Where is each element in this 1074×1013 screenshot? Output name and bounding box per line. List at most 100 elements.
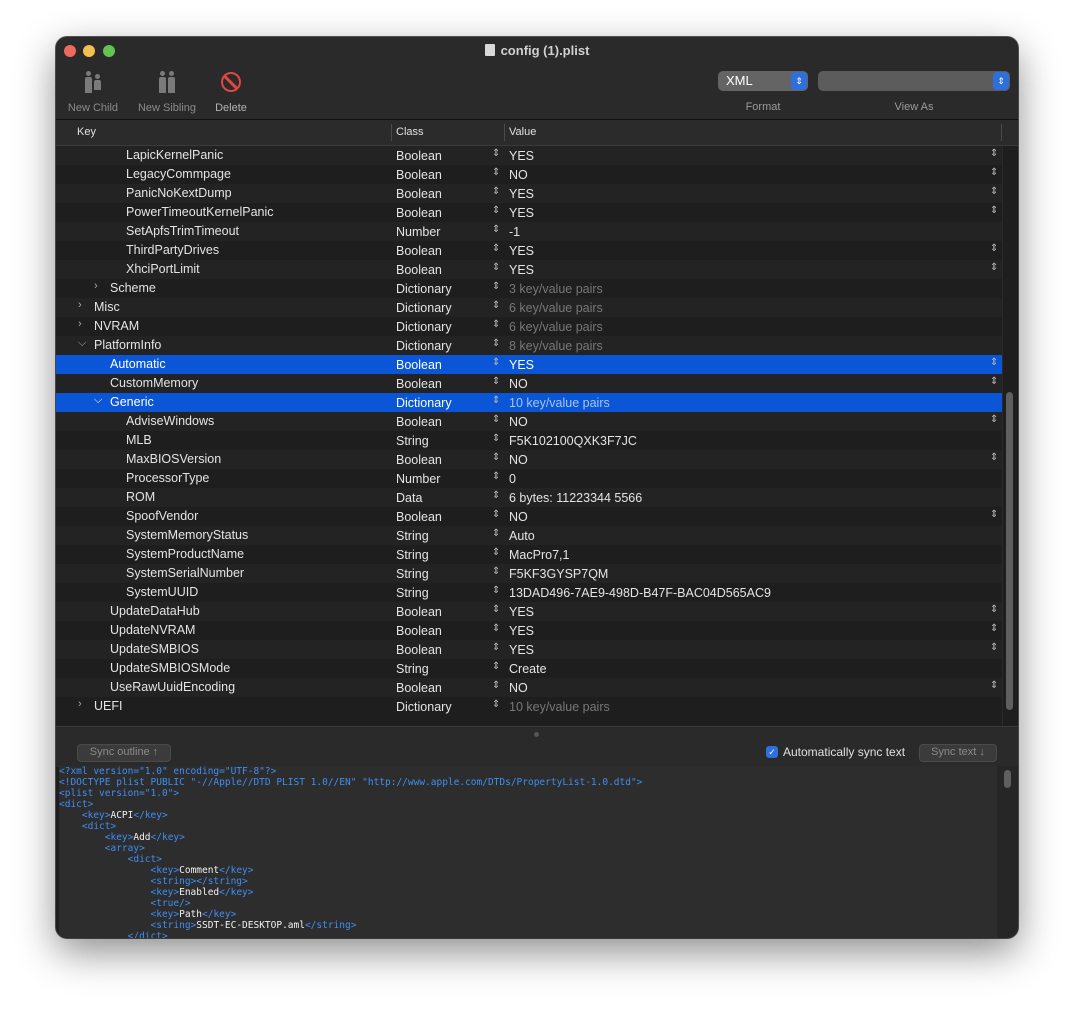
row-key[interactable]: SetApfsTrimTimeout <box>126 224 239 238</box>
column-value-header[interactable]: Value <box>509 126 536 138</box>
new-child-button[interactable]: New Child <box>64 67 122 114</box>
auto-sync-checkbox[interactable]: ✓ <box>766 746 778 758</box>
row-class[interactable]: String <box>396 662 429 676</box>
outline-row[interactable]: › UEFI Dictionary ⇕ 10 key/value pairs <box>56 697 1002 716</box>
row-value[interactable]: 13DAD496-7AE9-498D-B47F-BAC04D565AC9 <box>509 586 771 600</box>
outline-row[interactable]: SystemUUID String ⇕ 13DAD496-7AE9-498D-B47F… <box>56 583 1002 602</box>
class-stepper-icon[interactable]: ⇕ <box>492 661 500 672</box>
class-stepper-icon[interactable]: ⇕ <box>492 471 500 482</box>
row-value[interactable]: YES <box>509 643 534 657</box>
new-sibling-button[interactable]: New Sibling <box>134 67 200 114</box>
row-class[interactable]: Boolean <box>396 244 442 258</box>
class-stepper-icon[interactable]: ⇕ <box>492 528 500 539</box>
class-stepper-icon[interactable]: ⇕ <box>492 509 500 520</box>
outline-row[interactable]: AdviseWindows Boolean ⇕ NO ⇕ <box>56 412 1002 431</box>
row-key[interactable]: UpdateSMBIOSMode <box>110 661 230 675</box>
row-class[interactable]: Boolean <box>396 643 442 657</box>
row-class[interactable]: Dictionary <box>396 396 452 410</box>
outline-row[interactable]: ROM Data ⇕ 6 bytes: 11223344 5566 <box>56 488 1002 507</box>
row-class[interactable]: Dictionary <box>396 320 452 334</box>
class-stepper-icon[interactable]: ⇕ <box>492 167 500 178</box>
outline-row[interactable]: PanicNoKextDump Boolean ⇕ YES ⇕ <box>56 184 1002 203</box>
row-key[interactable]: SystemProductName <box>126 547 244 561</box>
outline-row[interactable]: LapicKernelPanic Boolean ⇕ YES ⇕ <box>56 146 1002 165</box>
row-class[interactable]: Dictionary <box>396 700 452 714</box>
row-class[interactable]: Dictionary <box>396 339 452 353</box>
class-stepper-icon[interactable]: ⇕ <box>492 148 500 159</box>
row-key[interactable]: SystemMemoryStatus <box>126 528 248 542</box>
disclosure-closed-icon[interactable]: › <box>78 318 82 330</box>
row-class[interactable]: Data <box>396 491 422 505</box>
row-value[interactable]: MacPro7,1 <box>509 548 569 562</box>
class-stepper-icon[interactable]: ⇕ <box>492 281 500 292</box>
column-key-header[interactable]: Key <box>77 126 96 138</box>
sync-outline-button[interactable]: Sync outline ↑ <box>77 744 171 762</box>
row-value[interactable]: YES <box>509 206 534 220</box>
row-value[interactable]: YES <box>509 244 534 258</box>
row-key[interactable]: ThirdPartyDrives <box>126 243 219 257</box>
disclosure-open-icon[interactable]: ⌵ <box>78 337 86 350</box>
row-value[interactable]: 0 <box>509 472 516 486</box>
class-stepper-icon[interactable]: ⇕ <box>492 414 500 425</box>
row-key[interactable]: UEFI <box>94 699 122 713</box>
row-key[interactable]: UpdateNVRAM <box>110 623 195 637</box>
row-value[interactable]: NO <box>509 415 528 429</box>
outline-row[interactable]: SystemMemoryStatus String ⇕ Auto <box>56 526 1002 545</box>
row-key[interactable]: UpdateDataHub <box>110 604 200 618</box>
outline-row[interactable]: ProcessorType Number ⇕ 0 <box>56 469 1002 488</box>
class-stepper-icon[interactable]: ⇕ <box>492 357 500 368</box>
row-class[interactable]: Number <box>396 225 440 239</box>
disclosure-open-icon[interactable]: ⌵ <box>94 394 102 407</box>
row-key[interactable]: AdviseWindows <box>126 414 214 428</box>
row-value[interactable]: YES <box>509 187 534 201</box>
class-stepper-icon[interactable]: ⇕ <box>492 642 500 653</box>
row-key[interactable]: PanicNoKextDump <box>126 186 232 200</box>
class-stepper-icon[interactable]: ⇕ <box>492 243 500 254</box>
row-class[interactable]: Boolean <box>396 206 442 220</box>
row-value[interactable]: NO <box>509 377 528 391</box>
row-class[interactable]: Boolean <box>396 377 442 391</box>
class-stepper-icon[interactable]: ⇕ <box>492 186 500 197</box>
class-stepper-icon[interactable]: ⇕ <box>492 566 500 577</box>
class-stepper-icon[interactable]: ⇕ <box>492 224 500 235</box>
row-class[interactable]: String <box>396 434 429 448</box>
row-key[interactable]: Scheme <box>110 281 156 295</box>
row-class[interactable]: Boolean <box>396 510 442 524</box>
class-stepper-icon[interactable]: ⇕ <box>492 300 500 311</box>
value-popup-icon[interactable]: ⇕ <box>990 243 998 254</box>
split-handle[interactable] <box>534 732 539 737</box>
row-class[interactable]: Boolean <box>396 624 442 638</box>
row-key[interactable]: Automatic <box>110 357 166 371</box>
row-class[interactable]: String <box>396 548 429 562</box>
plist-outline[interactable]: LapicKernelPanic Boolean ⇕ YES ⇕ LegacyCommpa… <box>56 146 1002 726</box>
sync-text-button[interactable]: Sync text ↓ <box>919 744 997 762</box>
row-value[interactable]: YES <box>509 605 534 619</box>
row-key[interactable]: CustomMemory <box>110 376 198 390</box>
value-popup-icon[interactable]: ⇕ <box>990 414 998 425</box>
disclosure-closed-icon[interactable]: › <box>78 698 82 710</box>
class-stepper-icon[interactable]: ⇕ <box>492 585 500 596</box>
row-key[interactable]: NVRAM <box>94 319 139 333</box>
row-value[interactable]: NO <box>509 681 528 695</box>
row-key[interactable]: Generic <box>110 395 154 409</box>
outline-row[interactable]: ⌵ PlatformInfo Dictionary ⇕ 8 key/value pair… <box>56 336 1002 355</box>
row-key[interactable]: ProcessorType <box>126 471 209 485</box>
xml-scrollbar-thumb[interactable] <box>1004 770 1011 788</box>
row-class[interactable]: Boolean <box>396 187 442 201</box>
row-value[interactable]: YES <box>509 263 534 277</box>
outline-row[interactable]: SystemSerialNumber String ⇕ F5KF3GYSP7QM <box>56 564 1002 583</box>
row-class[interactable]: String <box>396 529 429 543</box>
row-key[interactable]: UseRawUuidEncoding <box>110 680 235 694</box>
row-value[interactable]: 6 key/value pairs <box>509 320 603 334</box>
column-class-header[interactable]: Class <box>396 126 424 138</box>
value-popup-icon[interactable]: ⇕ <box>990 186 998 197</box>
row-key[interactable]: LapicKernelPanic <box>126 148 223 162</box>
outline-row[interactable]: UpdateDataHub Boolean ⇕ YES ⇕ <box>56 602 1002 621</box>
class-stepper-icon[interactable]: ⇕ <box>492 680 500 691</box>
row-value[interactable]: YES <box>509 149 534 163</box>
outline-row[interactable]: UpdateSMBIOSMode String ⇕ Create <box>56 659 1002 678</box>
class-stepper-icon[interactable]: ⇕ <box>492 262 500 273</box>
outline-row[interactable]: › Misc Dictionary ⇕ 6 key/value pairs <box>56 298 1002 317</box>
outline-row[interactable]: MLB String ⇕ F5K102100QXK3F7JC <box>56 431 1002 450</box>
class-stepper-icon[interactable]: ⇕ <box>492 699 500 710</box>
